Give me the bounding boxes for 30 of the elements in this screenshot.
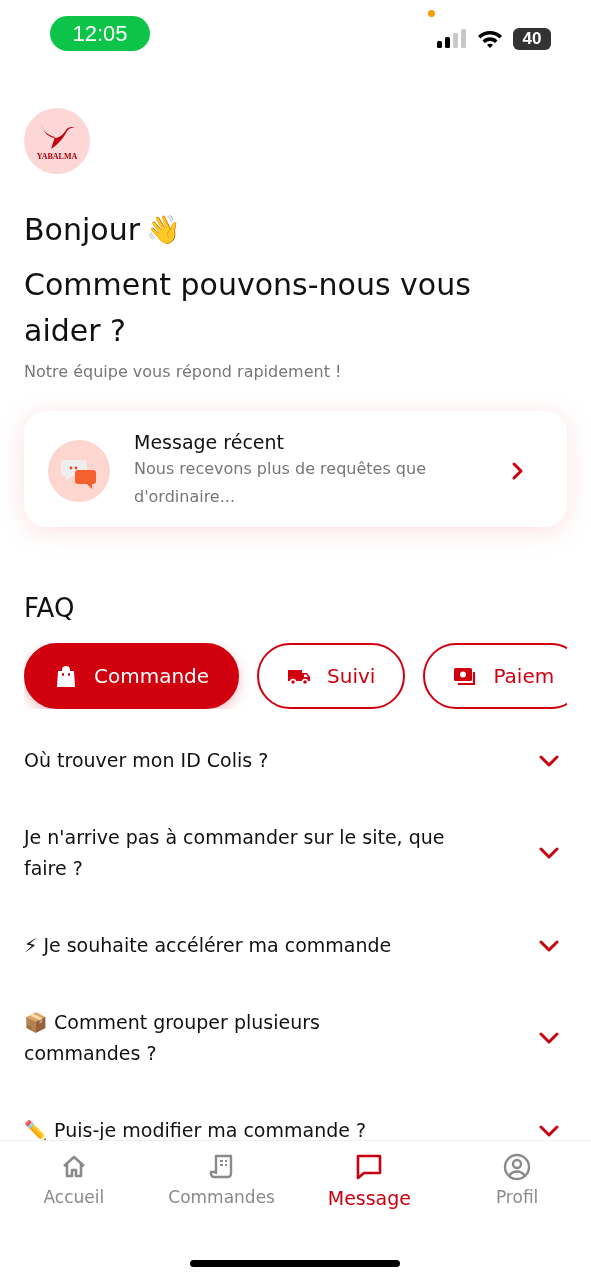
category-tab[interactable]: Suivi (257, 643, 406, 709)
recent-message-card[interactable]: Message récent Nous recevons plus de requêtes que d'ordinaire... (24, 411, 567, 527)
faq-question[interactable]: Je n'arrive pas à commander sur le site, que faire ? (24, 822, 464, 884)
profile-icon (503, 1153, 532, 1181)
nav-tab[interactable]: Commandes (147, 1153, 296, 1207)
faq-question[interactable]: Où trouver mon ID Colis ? (24, 745, 464, 776)
faq-question[interactable]: ⚡ Je souhaite accélérer ma commande (24, 930, 464, 961)
battery-indicator: 40 (513, 28, 551, 50)
chat-bubble-icon (355, 1153, 384, 1181)
message-preview: Nous recevons plus de requêtes que d'ordinaire... (134, 458, 427, 508)
section-title: FAQ (24, 593, 76, 623)
shopping-bag-icon (54, 664, 78, 688)
page-heading: Comment pouvons-nous vous aider ? (24, 266, 472, 350)
waving-hand-emoji: 👋 (146, 212, 181, 248)
nav-tab[interactable]: Message (295, 1153, 444, 1209)
wifi-icon (477, 29, 503, 49)
category-tab[interactable]: Commande (24, 643, 240, 709)
greeting-title: Bonjour (24, 211, 140, 249)
message-title: Message récent (134, 431, 286, 453)
chat-bubbles-icon (48, 440, 110, 502)
category-tab[interactable]: Paiem (423, 643, 567, 709)
faq-question[interactable]: 📦 Comment grouper plusieurs commandes ? (24, 1007, 384, 1069)
clock-time: 12:05 (50, 16, 150, 51)
nav-tab[interactable]: Profil (443, 1153, 591, 1207)
chevron-right-icon (511, 461, 525, 481)
signal-icon (437, 29, 467, 49)
logo-wordmark: YABALMA (36, 152, 78, 161)
privacy-dot (428, 10, 435, 17)
nav-tab[interactable]: Accueil (0, 1153, 148, 1207)
subtitle-text: Notre équipe vous répond rapidement ! (24, 362, 343, 381)
